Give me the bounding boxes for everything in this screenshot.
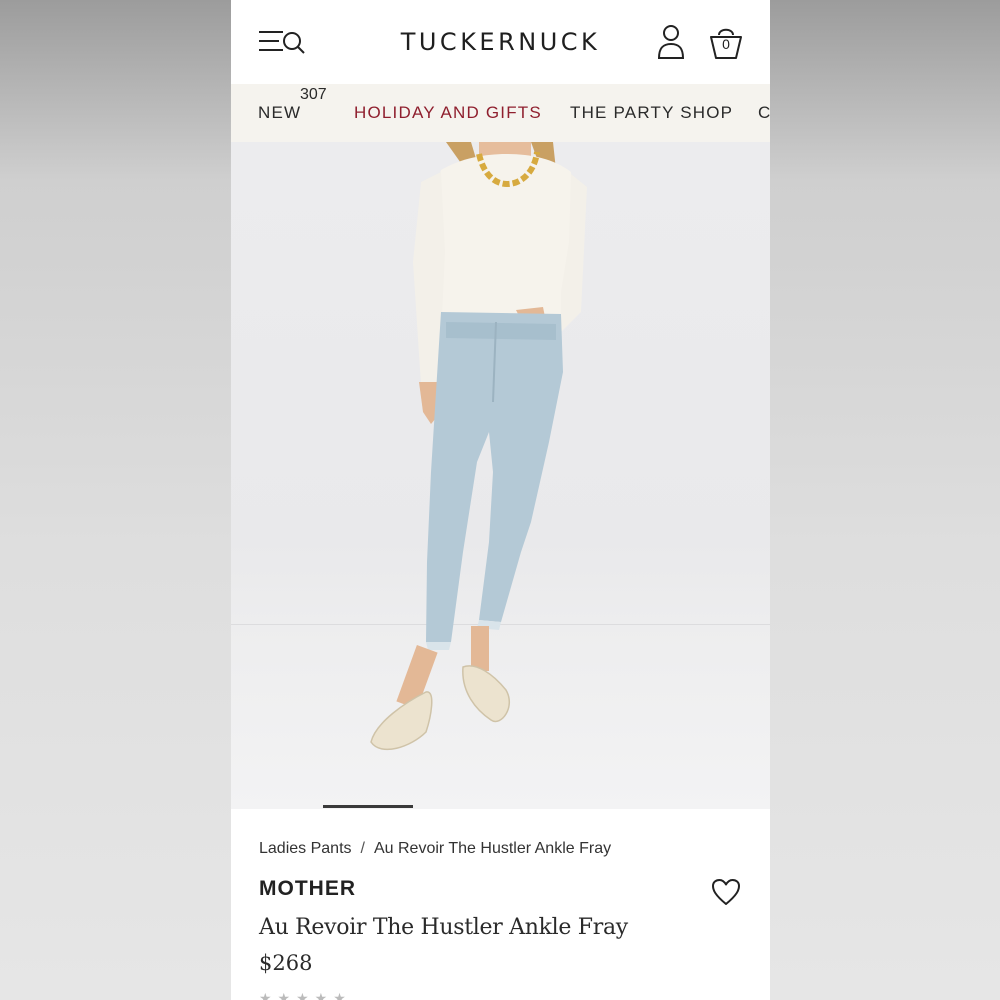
background-right [769, 0, 1000, 1000]
nav-item-holiday-and-gifts[interactable]: HOLIDAY AND GIFTS [354, 103, 542, 123]
model-illustration [370, 142, 587, 751]
breadcrumb-item-category[interactable]: Ladies Pants [259, 840, 352, 857]
nav-item-the-party-shop[interactable]: THE PARTY SHOP [570, 103, 733, 123]
background-left [0, 0, 231, 1000]
carousel-active-bar [323, 805, 413, 808]
account-icon[interactable] [656, 24, 686, 60]
site-header: TUCKERNUCK 0 [231, 0, 770, 84]
breadcrumb-separator: / [360, 840, 365, 857]
category-nav: NEW 307 HOLIDAY AND GIFTS THE PARTY SHOP… [231, 84, 770, 142]
cart-count: 0 [722, 36, 730, 52]
product-price: $268 [259, 951, 313, 975]
product-brand[interactable]: MOTHER [259, 877, 356, 901]
breadcrumb: Ladies Pants / Au Revoir The Hustler Ankle… [259, 840, 611, 858]
nav-item-new[interactable]: NEW [258, 103, 301, 123]
phone-screen: TUCKERNUCK 0 NEW 307 HOLIDAY AND GIFTS T… [231, 0, 770, 1000]
product-title: Au Revoir The Hustler Ankle Fray [259, 915, 628, 940]
rating-stars: ★★★★★ [259, 990, 352, 1000]
breadcrumb-item-current: Au Revoir The Hustler Ankle Fray [373, 840, 612, 857]
site-logo[interactable]: TUCKERNUCK [231, 28, 770, 56]
bag-icon[interactable]: 0 [707, 24, 745, 62]
carousel-indicator[interactable] [231, 804, 770, 809]
product-image[interactable] [231, 142, 770, 809]
nav-new-count-badge: 307 [300, 86, 327, 103]
nav-item-truncated[interactable]: C [758, 103, 770, 123]
heart-icon[interactable] [711, 878, 741, 906]
